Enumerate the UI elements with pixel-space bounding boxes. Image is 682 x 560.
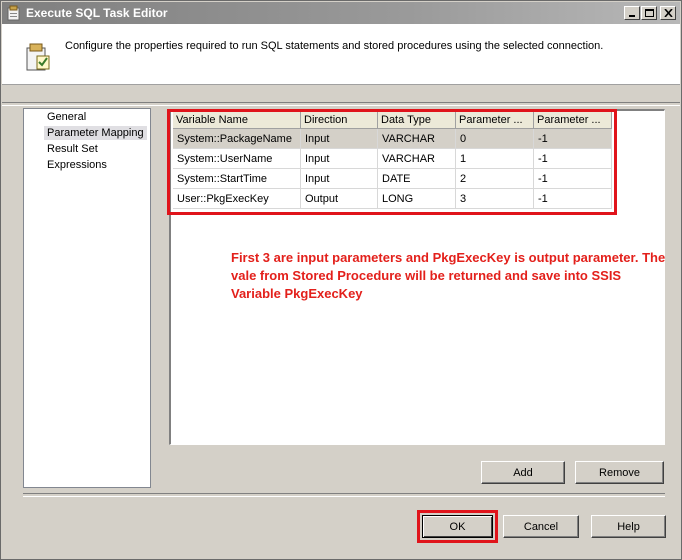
annotation-note: First 3 are input parameters and PkgExec… [231,250,666,301]
title-bar[interactable]: Execute SQL Task Editor [2,2,680,24]
maximize-icon[interactable] [641,6,657,20]
window-title: Execute SQL Task Editor [26,6,168,20]
help-button[interactable]: Help [591,515,666,538]
remove-button[interactable]: Remove [575,461,664,484]
top-divider [2,102,680,106]
ok-button[interactable]: OK [422,515,493,538]
nav-item-result-set[interactable]: Result Set [44,142,101,156]
properties-page-icon [22,42,54,74]
close-icon[interactable] [660,6,676,20]
add-button[interactable]: Add [481,461,565,484]
bottom-divider [23,493,665,497]
nav-item-expressions[interactable]: Expressions [44,158,110,172]
header-panel: Configure the properties required to run… [2,24,680,85]
minimize-icon[interactable] [624,6,640,20]
sql-task-icon [6,5,22,21]
nav-item-parameter-mapping[interactable]: Parameter Mapping [44,126,147,140]
nav-item-general[interactable]: General [44,110,89,124]
highlight-box-grid [167,109,617,215]
cancel-button[interactable]: Cancel [503,515,579,538]
header-description: Configure the properties required to run… [65,40,604,52]
dialog-window: Execute SQL Task Editor Configure the pr… [0,0,682,560]
